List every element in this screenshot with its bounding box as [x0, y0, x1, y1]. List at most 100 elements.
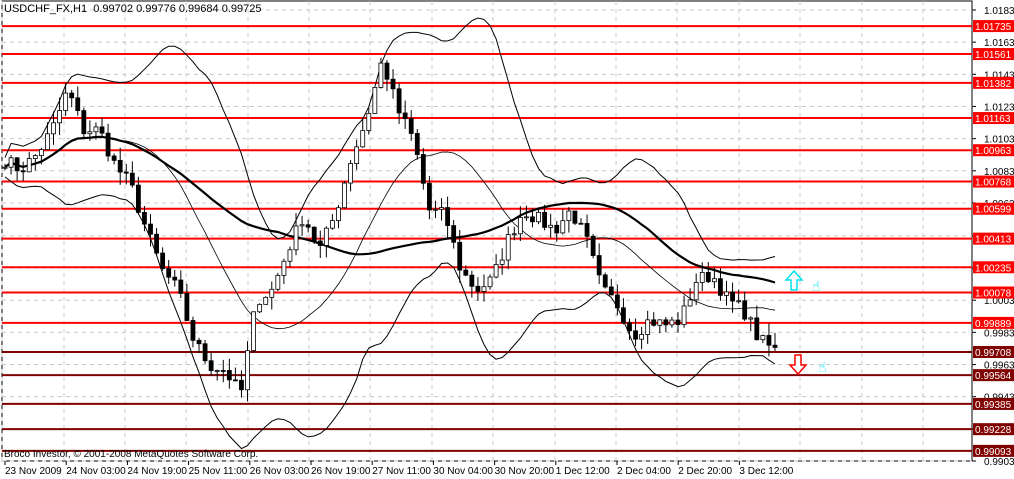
candle-body [481, 286, 487, 292]
candle-body [675, 319, 681, 326]
candle-body [160, 252, 166, 269]
candle-body [669, 319, 675, 326]
level-price-label: 0.99564 [975, 371, 1012, 382]
candle-body [178, 279, 184, 294]
candle-body [487, 276, 493, 288]
level-price-label: 1.00963 [975, 146, 1012, 157]
price-chart[interactable]: 1.018351.016351.014351.012351.010351.008… [0, 0, 1014, 479]
candle-body [317, 240, 323, 246]
candle-body [578, 222, 584, 225]
candle-body [530, 216, 535, 223]
candle-body [323, 227, 329, 246]
candle-body [166, 268, 172, 278]
candle-body [336, 207, 341, 221]
candle-body [135, 184, 141, 213]
x-tick-label: 23 Nov 2009 [5, 466, 62, 477]
x-tick-label: 26 Nov 03:00 [250, 466, 310, 477]
candle-body [724, 291, 729, 296]
candle-body [657, 319, 663, 326]
candle-body [14, 157, 20, 172]
x-tick-label: 25 Nov 11:00 [189, 466, 248, 477]
hand-pointer-icon: ☝ [818, 359, 827, 375]
candle-body [245, 350, 250, 391]
level-price-label: 1.01382 [975, 79, 1012, 90]
candle-body [469, 274, 475, 287]
candle-body [524, 216, 529, 219]
y-tick-label: 1.01635 [984, 38, 1014, 49]
candle-body [693, 282, 699, 301]
candle-body [123, 171, 129, 174]
candle-body [772, 344, 778, 348]
level-price-label: 0.99385 [975, 400, 1012, 411]
level-price-label: 1.01561 [975, 50, 1012, 61]
candle-body [536, 211, 541, 223]
candle-body [208, 360, 214, 372]
candle-body [239, 379, 244, 391]
candle-body [366, 113, 372, 131]
symbol-label: USDCHF_FX,H1 [4, 3, 88, 15]
candle-body [2, 166, 8, 169]
copyright-label: Broco Investor, © 2001-2008 MetaQuotes S… [4, 449, 259, 460]
candle-body [705, 272, 711, 283]
candle-body [402, 112, 408, 120]
candle-body [511, 233, 517, 236]
x-tick-label: 1 Dec 12:00 [556, 466, 610, 477]
x-tick-label: 24 Nov 19:00 [127, 466, 187, 477]
candle-body [663, 319, 669, 326]
candle-body [718, 278, 723, 296]
candle-body [420, 154, 426, 184]
candle-body [202, 343, 208, 362]
level-price-label: 1.01163 [975, 114, 1011, 125]
candle-body [354, 146, 360, 164]
candle-body [129, 172, 135, 186]
candle-body [51, 122, 56, 135]
candle-body [305, 224, 311, 228]
candle-body [711, 278, 717, 283]
x-tick-label: 3 Dec 12:00 [739, 466, 793, 477]
candle-body [748, 317, 754, 320]
candle-body [645, 319, 651, 335]
level-price-label: 0.99228 [975, 425, 1012, 436]
candle-body [26, 158, 32, 173]
ohlc-values: 0.99702 0.99776 0.99684 0.99725 [93, 3, 262, 15]
candle-body [554, 224, 560, 234]
candle-body [311, 226, 317, 242]
candle-body [766, 335, 772, 346]
candle-body [493, 264, 499, 278]
y-tick-label: 0.99030 [984, 457, 1014, 468]
candle-body [730, 291, 735, 302]
hand-pointer-icon: ☝ [812, 278, 821, 294]
y-tick-label: 1.01835 [984, 6, 1014, 17]
candle-body [45, 133, 50, 150]
candle-body [505, 234, 511, 261]
x-tick-label: 2 Dec 20:00 [678, 466, 732, 477]
candle-body [93, 126, 99, 133]
candle-body [633, 330, 638, 340]
candle-body [172, 276, 178, 281]
candle-body [396, 88, 402, 114]
candle-body [220, 370, 226, 372]
x-tick-label: 30 Nov 20:00 [495, 466, 555, 477]
y-tick-label: 0.99830 [984, 328, 1014, 339]
candle-body [408, 118, 414, 134]
candle-body [275, 274, 281, 290]
candle-body [8, 157, 14, 168]
y-tick-label: 1.01235 [984, 102, 1014, 113]
x-tick-label: 2 Dec 04:00 [617, 466, 671, 477]
candle-body [75, 97, 81, 112]
candle-body [20, 170, 26, 173]
candle-body [433, 208, 438, 211]
candle-body [390, 78, 396, 90]
candle-body [602, 274, 608, 288]
candle-body [760, 335, 766, 341]
level-price-label: 0.99889 [975, 319, 1012, 330]
candle-body [439, 207, 444, 210]
candle-body [330, 220, 335, 229]
candle-body [142, 211, 147, 225]
candle-body [269, 288, 275, 298]
candle-body [651, 319, 657, 326]
candle-body [542, 211, 548, 228]
candle-body [263, 296, 269, 305]
candle-body [251, 311, 256, 352]
candle-body [687, 299, 693, 307]
